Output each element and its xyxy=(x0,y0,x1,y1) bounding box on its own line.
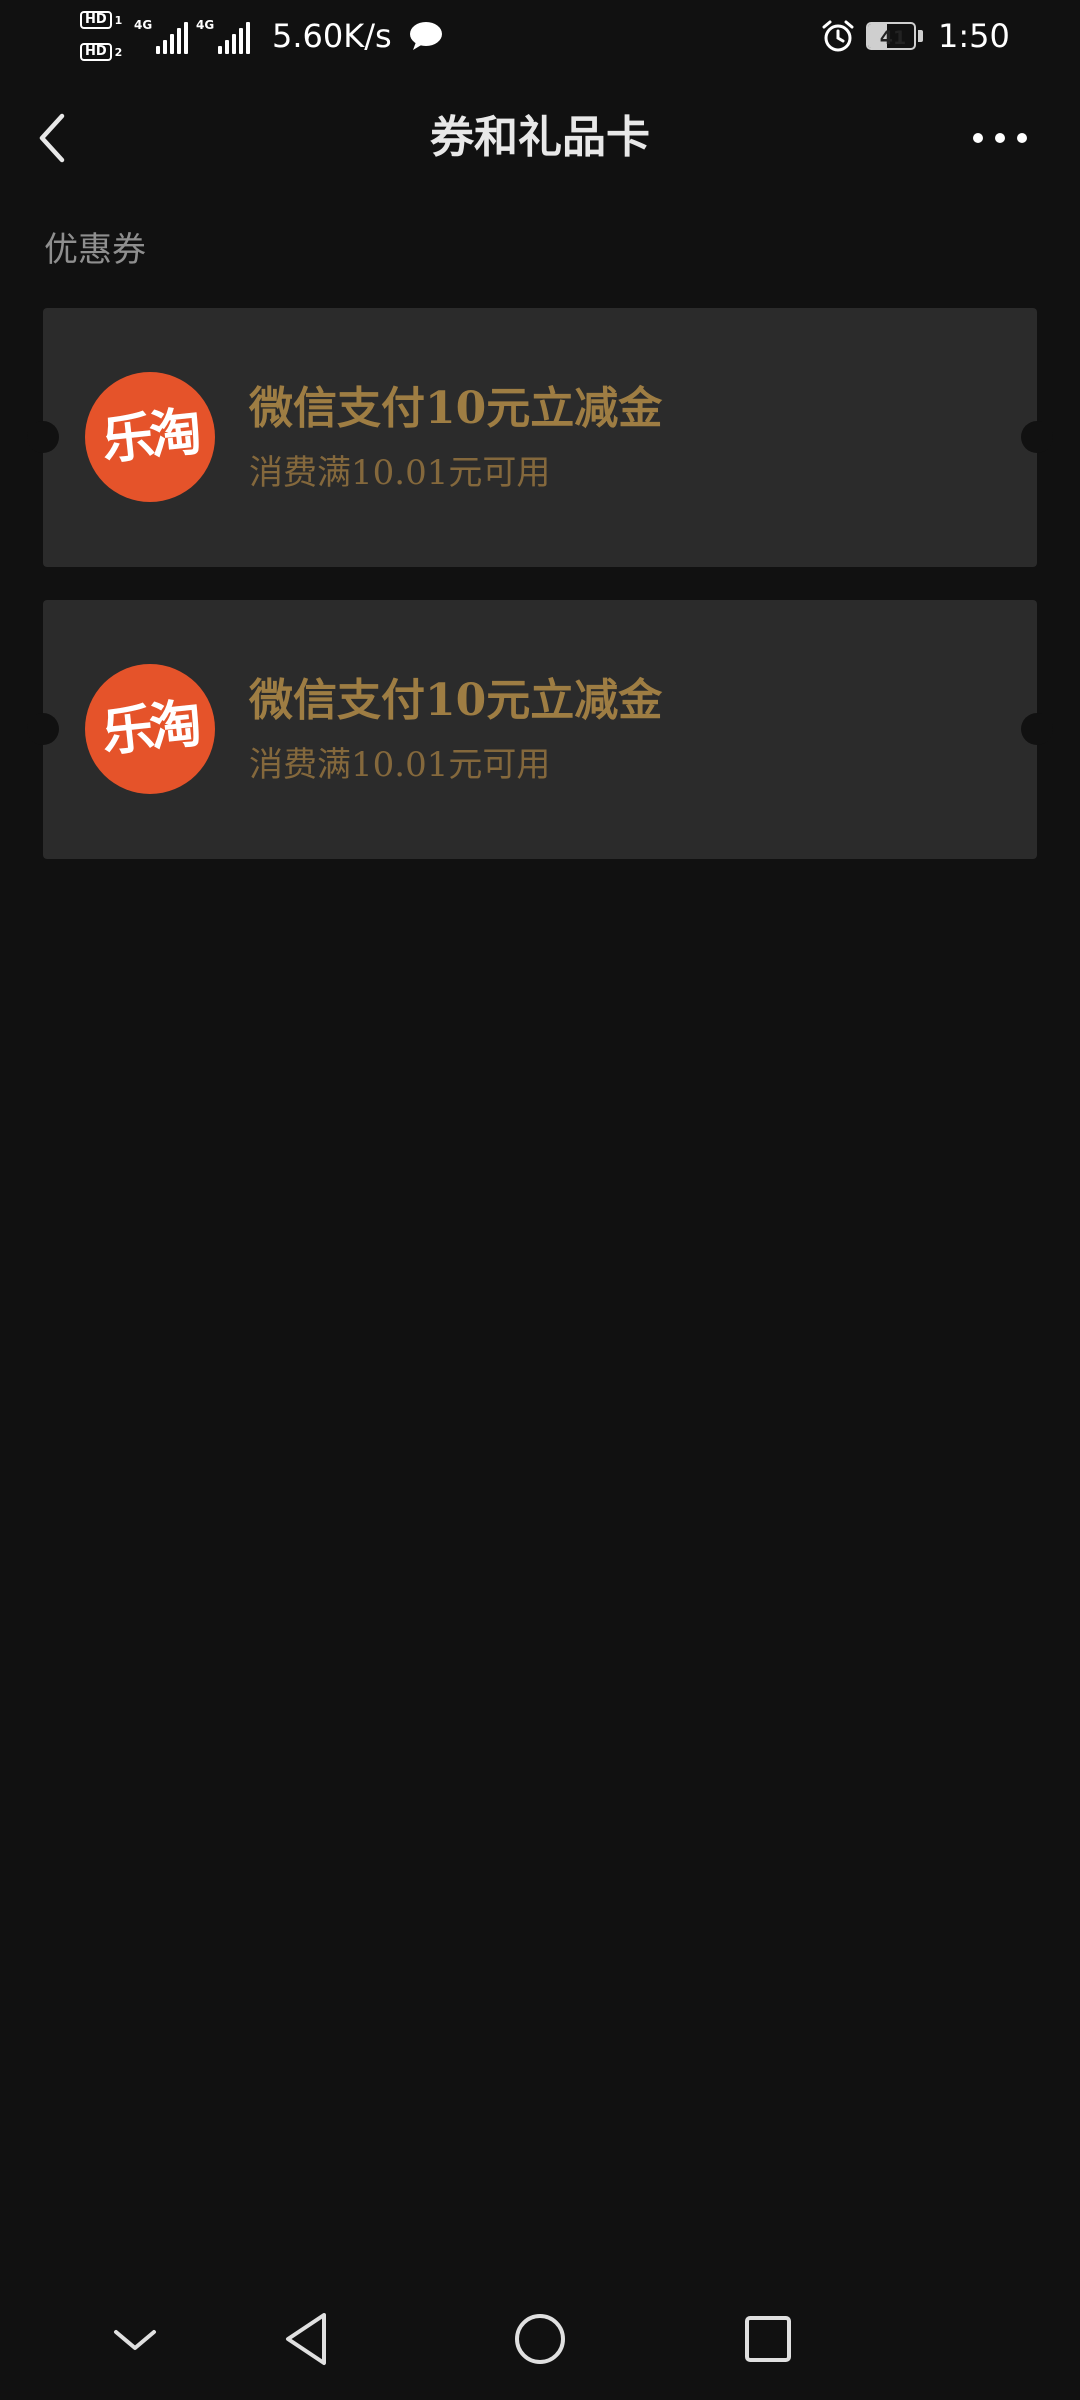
coupon-condition: 消费满10.01元可用 xyxy=(249,453,551,493)
signal-2-icon: 4G xyxy=(196,14,256,54)
alarm-icon xyxy=(822,20,854,52)
coupon-title: 微信支付10元立减金 xyxy=(249,383,663,434)
coupon-condition: 消费满10.01元可用 xyxy=(249,745,551,785)
network-speed: 5.60K/s xyxy=(272,17,392,55)
signal-2-tag: 4G xyxy=(196,18,215,32)
status-time: 1:50 xyxy=(938,17,1010,55)
battery-level: 41 xyxy=(879,27,907,49)
more-dots-icon[interactable] xyxy=(968,124,1032,152)
hd1-num: 1 xyxy=(114,13,123,27)
hd1-label: HD xyxy=(80,11,112,29)
merchant-logo: 乐淘 xyxy=(85,664,215,794)
section-label-coupons: 优惠券 xyxy=(44,230,146,270)
triangle-back-icon[interactable] xyxy=(274,2304,344,2374)
page-title: 券和礼品卡 xyxy=(430,112,650,163)
hd1-badge: HD 1 xyxy=(80,10,122,30)
hd2-badge: HD 2 xyxy=(80,42,122,62)
merchant-logo: 乐淘 xyxy=(85,372,215,502)
card-notch-right xyxy=(1021,713,1053,745)
status-bar: HD 1 HD 2 4G 4G 5.60K/s 41 1:50 xyxy=(0,0,1080,72)
hd2-label: HD xyxy=(80,43,112,61)
merchant-logo-text: 乐淘 xyxy=(99,401,201,472)
signal-1-icon: 4G xyxy=(134,14,194,54)
circle-home-icon[interactable] xyxy=(505,2304,575,2374)
battery-icon: 41 xyxy=(866,22,924,50)
system-nav-bar xyxy=(0,2280,1080,2400)
coupon-list: 乐淘 微信支付10元立减金 消费满10.01元可用 乐淘 微信支付10元立减金 … xyxy=(27,308,1053,892)
merchant-logo-text: 乐淘 xyxy=(99,693,201,764)
coupon-card[interactable]: 乐淘 微信支付10元立减金 消费满10.01元可用 xyxy=(27,308,1053,567)
hd2-num: 2 xyxy=(114,45,123,59)
coupon-card[interactable]: 乐淘 微信支付10元立减金 消费满10.01元可用 xyxy=(27,600,1053,859)
signal-1-tag: 4G xyxy=(134,18,153,32)
card-notch-left xyxy=(27,421,59,453)
chat-bubble-icon xyxy=(410,22,442,50)
chevron-down-icon[interactable] xyxy=(100,2304,170,2374)
square-recent-icon[interactable] xyxy=(733,2304,803,2374)
card-notch-left xyxy=(27,713,59,745)
hd-indicators: HD 1 HD 2 xyxy=(80,8,128,64)
card-notch-right xyxy=(1021,421,1053,453)
coupon-title: 微信支付10元立减金 xyxy=(249,675,663,726)
header: 券和礼品卡 xyxy=(0,72,1080,202)
